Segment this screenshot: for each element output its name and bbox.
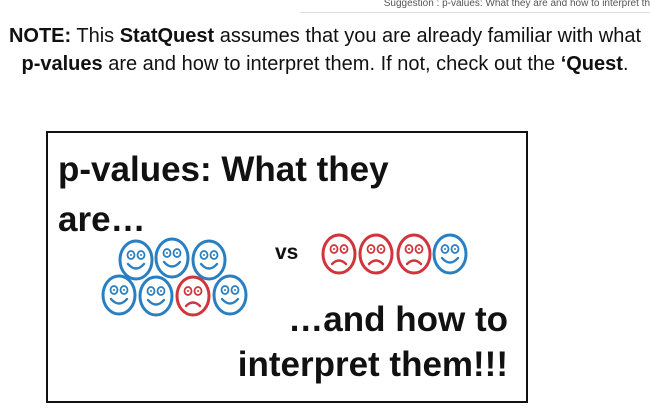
sad-face-icon — [358, 233, 394, 275]
sad-face-icon — [396, 233, 432, 275]
sad-face-icon — [175, 275, 211, 317]
happy-face-icon — [432, 233, 468, 275]
happy-face-icon — [101, 274, 137, 316]
faces-illustration — [101, 233, 468, 317]
note-text-1: This — [71, 25, 120, 47]
happy-face-icon — [118, 239, 154, 281]
note-paragraph: NOTE: This StatQuest assumes that you ar… — [0, 22, 650, 78]
suggestion-bar[interactable]: Suggestion : p-values: What they are and… — [300, 0, 650, 13]
sad-face-icon — [321, 233, 357, 275]
note-text-3: are and how to interpret them. If not, c… — [102, 53, 561, 75]
happy-face-icon — [138, 275, 174, 317]
happy-face-icon — [212, 274, 248, 316]
note-text-2: assumes that you are already familiar wi… — [214, 25, 642, 47]
note-pvalues: p-values — [21, 53, 103, 75]
happy-face-icon — [154, 237, 190, 279]
note-quest-link: ‘Quest — [560, 53, 623, 75]
suggestion-text: Suggestion : p-values: What they are and… — [383, 0, 650, 9]
title-card: p-values: What they are… vs …and how to … — [46, 131, 528, 403]
happy-face-icon — [191, 239, 227, 281]
note-label: NOTE: — [8, 25, 72, 47]
note-text-4: . — [622, 53, 629, 75]
note-statquest: StatQuest — [119, 25, 215, 47]
